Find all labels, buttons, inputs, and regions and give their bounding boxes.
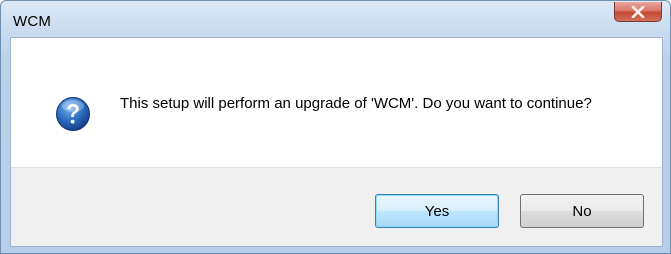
title-bar[interactable]: WCM xyxy=(1,1,670,37)
dialog-body: This setup will perform an upgrade of 'W… xyxy=(10,37,663,247)
dialog-window: WCM This setup will perform an upgrade o… xyxy=(0,0,671,254)
message-area: This setup will perform an upgrade of 'W… xyxy=(11,38,662,168)
yes-button[interactable]: Yes xyxy=(375,194,499,228)
close-icon xyxy=(631,5,645,18)
no-button[interactable]: No xyxy=(520,194,644,228)
dialog-message: This setup will perform an upgrade of 'W… xyxy=(120,95,592,112)
close-button[interactable] xyxy=(614,2,662,22)
window-title: WCM xyxy=(13,13,52,30)
question-icon xyxy=(56,97,90,131)
yes-button-label: Yes xyxy=(424,202,450,220)
button-bar: Yes No xyxy=(11,167,662,246)
no-button-label: No xyxy=(572,202,592,220)
